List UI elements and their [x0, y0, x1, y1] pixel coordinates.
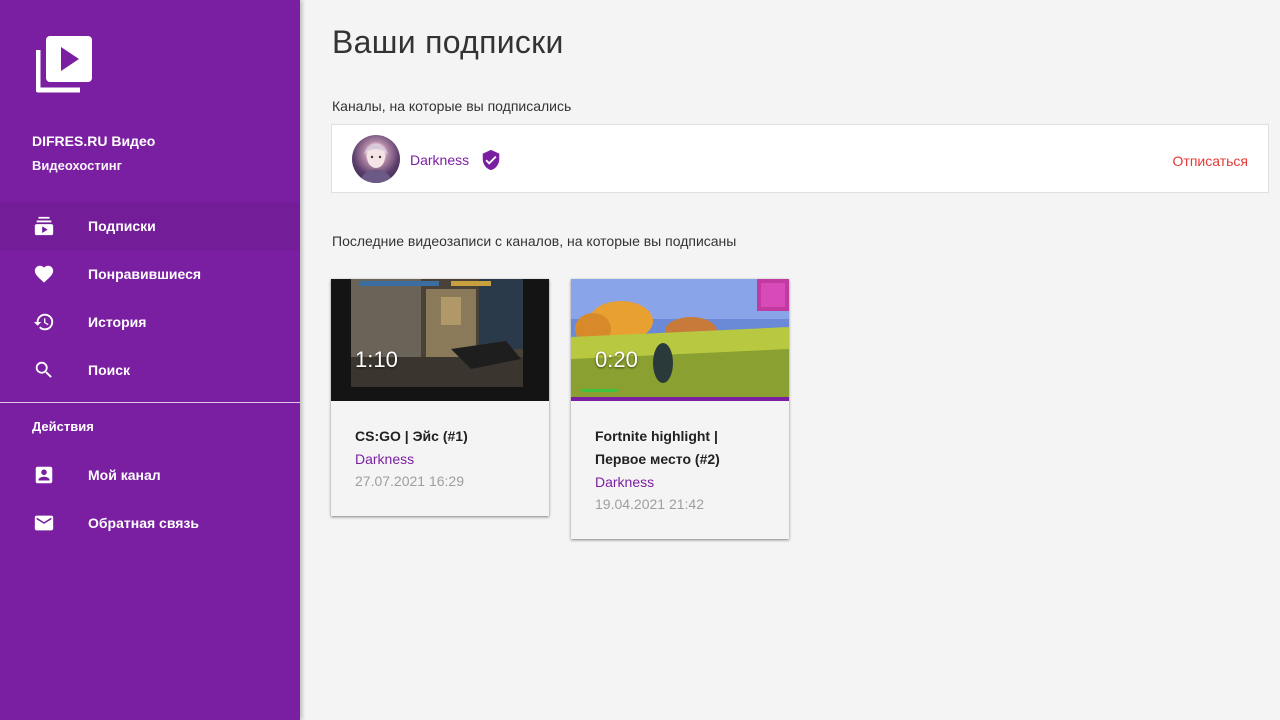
- video-duration: 1:10: [355, 347, 398, 372]
- sidebar-item-label: Обратная связь: [88, 515, 199, 531]
- video-info: CS:GO | Эйс (#1) Darkness 27.07.2021 16:…: [331, 401, 549, 516]
- video-info: Fortnite highlight | Первое место (#2) D…: [571, 401, 789, 539]
- video-card[interactable]: 1:10 CS:GO | Эйс (#1) Darkness 27.07.202…: [331, 279, 549, 516]
- page-title: Ваши подписки: [332, 24, 564, 60]
- channel-name-link[interactable]: Darkness: [410, 152, 469, 168]
- sidebar-item-subscriptions[interactable]: Подписки: [0, 202, 300, 250]
- subscriptions-label: Каналы, на которые вы подписались: [332, 98, 572, 114]
- video-thumbnail[interactable]: 1:10: [331, 279, 549, 401]
- sidebar-divider: [0, 402, 300, 403]
- actions-section-title: Действия: [32, 419, 94, 434]
- sidebar: DIFRES.RU Видео Видеохостинг Подписки По…: [0, 0, 300, 720]
- video-channel-link[interactable]: Darkness: [595, 471, 765, 493]
- sidebar-item-feedback[interactable]: Обратная связь: [0, 499, 300, 547]
- heart-icon: [32, 262, 56, 286]
- unsubscribe-button[interactable]: Отписаться: [1173, 153, 1248, 169]
- video-thumbnail[interactable]: 0:20: [571, 279, 789, 401]
- video-card[interactable]: 0:20 Fortnite highlight | Первое место (…: [571, 279, 789, 539]
- video-library-icon[interactable]: [35, 36, 94, 94]
- mail-icon: [32, 511, 56, 535]
- video-channel-link[interactable]: Darkness: [355, 448, 525, 470]
- avatar[interactable]: [352, 135, 400, 183]
- app-subtitle: Видеохостинг: [32, 158, 123, 173]
- app-title: DIFRES.RU Видео: [32, 133, 156, 149]
- account-box-icon: [32, 463, 56, 487]
- main-content: Ваши подписки Каналы, на которые вы подп…: [300, 0, 1280, 720]
- sidebar-item-label: Поиск: [88, 362, 131, 378]
- sidebar-item-search[interactable]: Поиск: [0, 346, 300, 394]
- sidebar-item-label: Мой канал: [88, 467, 161, 483]
- video-date: 27.07.2021 16:29: [355, 473, 464, 489]
- sidebar-item-label: История: [88, 314, 147, 330]
- video-title[interactable]: CS:GO | Эйс (#1): [355, 425, 525, 448]
- sidebar-item-history[interactable]: История: [0, 298, 300, 346]
- main-nav: Подписки Понравившиеся История Поиск: [0, 202, 300, 394]
- sidebar-item-label: Подписки: [88, 218, 156, 234]
- video-title[interactable]: Fortnite highlight | Первое место (#2): [595, 425, 765, 471]
- sidebar-item-my-channel[interactable]: Мой канал: [0, 451, 300, 499]
- sidebar-item-liked[interactable]: Понравившиеся: [0, 250, 300, 298]
- subscriptions-icon: [32, 214, 56, 238]
- videos-label: Последние видеозаписи с каналов, на кото…: [332, 233, 737, 249]
- video-duration: 0:20: [595, 347, 638, 372]
- verified-shield-icon: [480, 148, 502, 172]
- history-icon: [32, 310, 56, 334]
- search-icon: [32, 358, 56, 382]
- actions-nav: Мой канал Обратная связь: [0, 451, 300, 547]
- video-date: 19.04.2021 21:42: [595, 496, 704, 512]
- channel-card: Darkness Отписаться: [331, 124, 1269, 193]
- sidebar-item-label: Понравившиеся: [88, 266, 202, 282]
